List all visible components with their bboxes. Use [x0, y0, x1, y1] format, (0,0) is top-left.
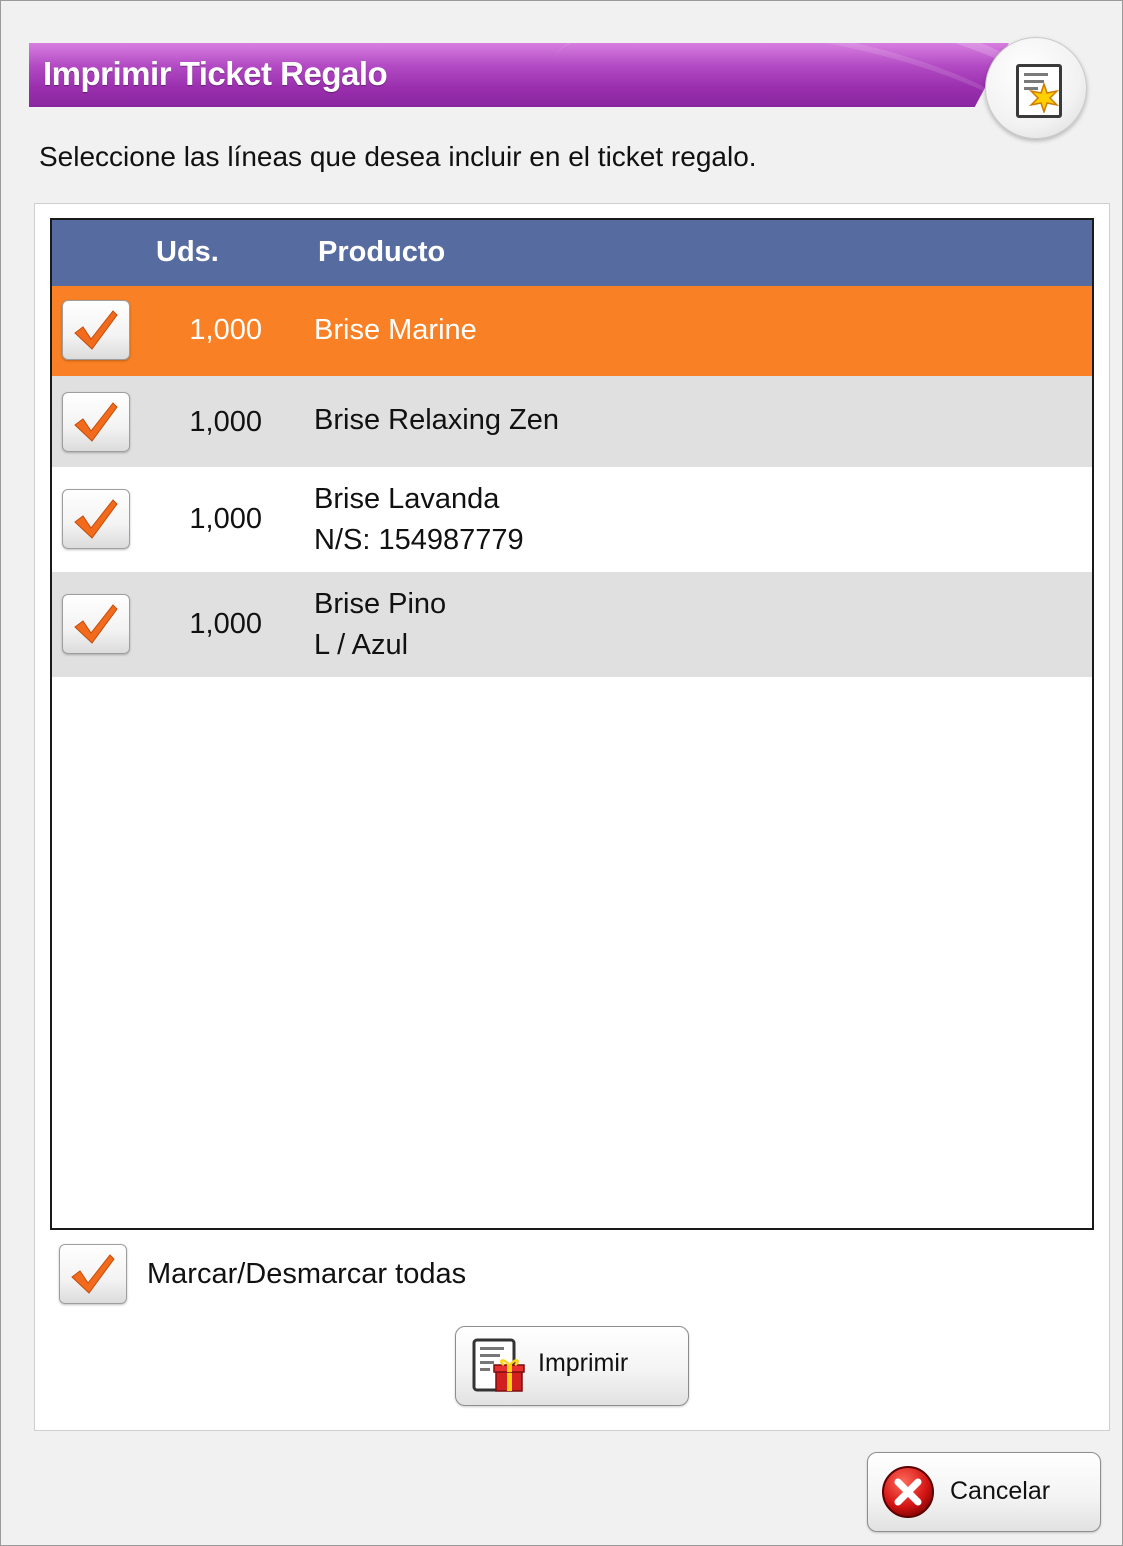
row-product: Brise Relaxing Zen [314, 404, 559, 436]
cancel-button[interactable]: Cancelar [867, 1452, 1101, 1532]
cancel-button-label: Cancelar [950, 1477, 1051, 1505]
row-serial-number: N/S: 154987779 [314, 524, 524, 556]
row-quantity: 1,000 [189, 608, 262, 640]
row-quantity: 1,000 [189, 406, 262, 438]
gift-ticket-icon [472, 1338, 525, 1392]
row-product: Brise Pino [314, 588, 447, 620]
row-product: Brise Lavanda [314, 483, 500, 515]
header-quantity: Uds. [156, 236, 219, 268]
row-variant: L / Azul [314, 629, 409, 661]
toggle-all-checkbox[interactable] [59, 1244, 127, 1304]
title-banner: Imprimir Ticket Regalo [29, 43, 1009, 107]
row-checkbox[interactable] [62, 300, 130, 360]
cancel-x-icon [882, 1466, 934, 1518]
row-product: Brise Marine [314, 314, 477, 346]
header-product: Producto [318, 236, 446, 268]
row-quantity: 1,000 [189, 314, 262, 346]
checkmark-icon [74, 402, 118, 442]
ticket-star-icon [1016, 64, 1062, 118]
toggle-all-label: Marcar/Desmarcar todas [147, 1258, 467, 1290]
table-row[interactable]: 1,000 Brise Lavanda N/S: 154987779 [52, 467, 1092, 572]
instruction-text: Seleccione las líneas que desea incluir … [39, 141, 757, 172]
checkmark-icon [74, 604, 118, 644]
row-checkbox[interactable] [62, 594, 130, 654]
row-checkbox[interactable] [62, 392, 130, 452]
row-quantity: 1,000 [189, 503, 262, 535]
checkmark-icon [71, 1254, 115, 1294]
print-button-label: Imprimir [538, 1349, 629, 1377]
table-row[interactable]: 1,000 Brise Relaxing Zen [52, 376, 1092, 467]
checkmark-icon [74, 310, 118, 350]
checkmark-icon [74, 499, 118, 539]
print-button[interactable]: Imprimir [455, 1326, 689, 1406]
row-checkbox[interactable] [62, 489, 130, 549]
table-row[interactable]: 1,000 Brise Pino L / Azul [52, 572, 1092, 677]
grid-header: Uds. Producto [52, 220, 1092, 286]
table-row[interactable]: 1,000 Brise Marine [52, 286, 1092, 376]
lines-grid: Uds. Producto 1,000 Brise Marine 1,000 B… [50, 218, 1094, 1230]
title-badge [985, 37, 1087, 139]
gift-ticket-dialog: Imprimir Ticket Regalo Seleccione las lí… [0, 0, 1123, 1546]
dialog-title: Imprimir Ticket Regalo [43, 55, 388, 92]
content-panel: Uds. Producto 1,000 Brise Marine 1,000 B… [34, 203, 1110, 1431]
